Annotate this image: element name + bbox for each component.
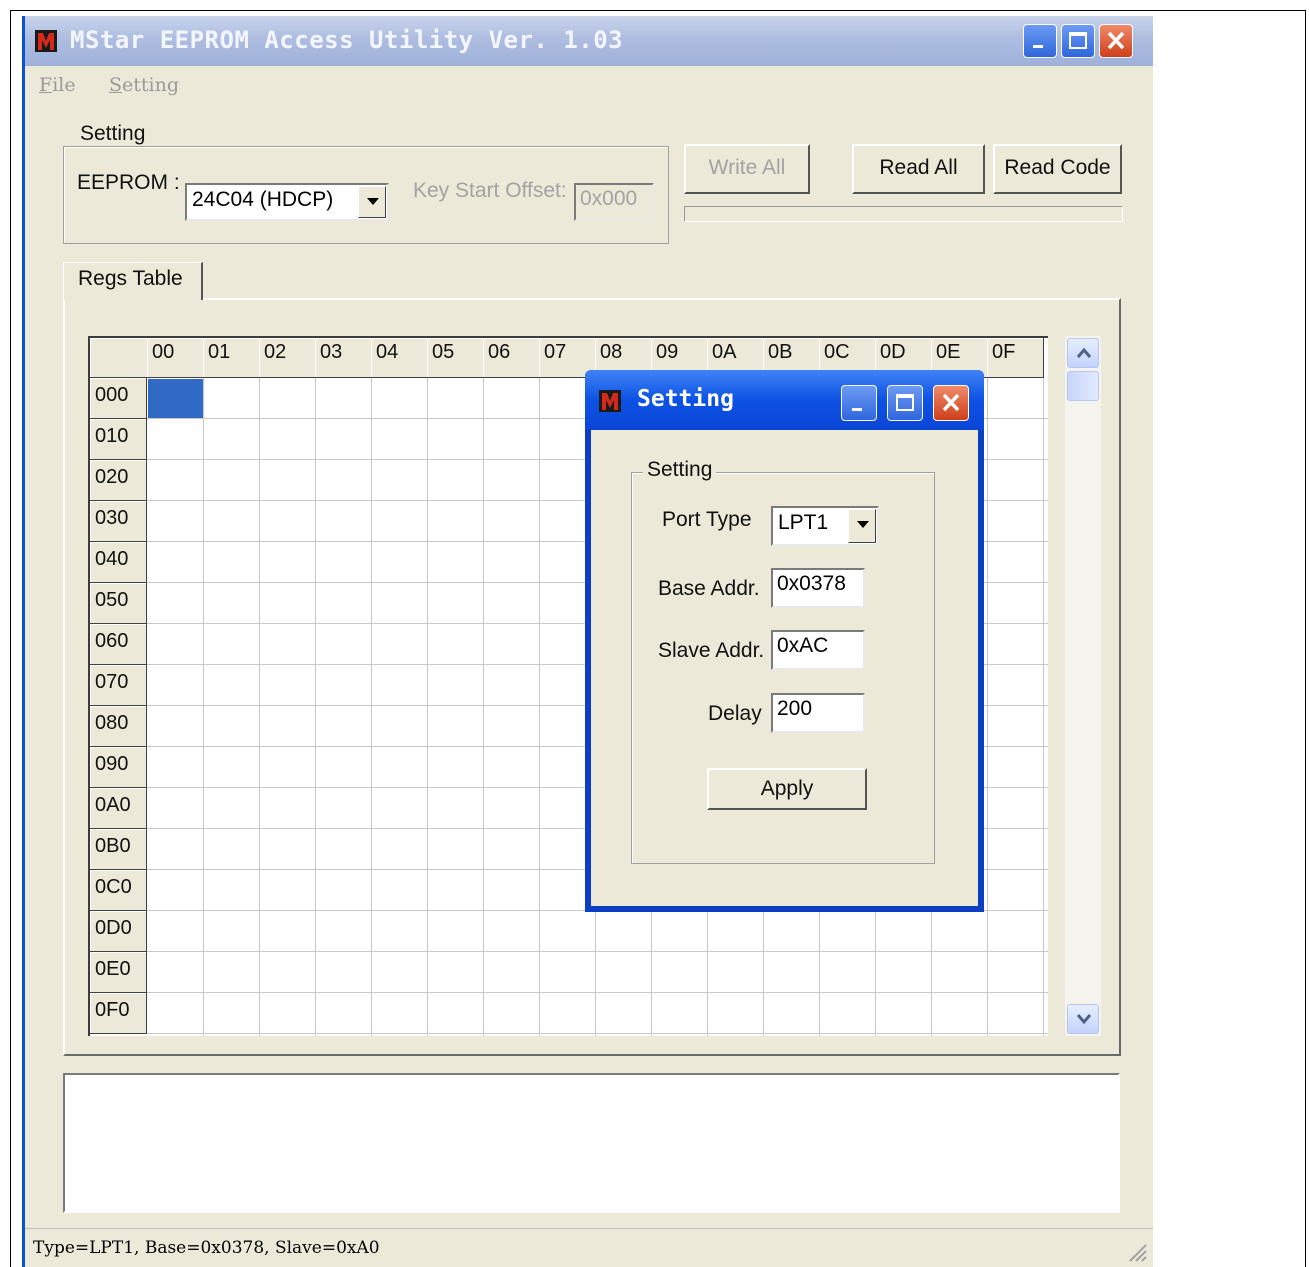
app-logo-icon [35, 30, 57, 52]
resize-grip-icon[interactable] [1125, 1240, 1147, 1262]
log-output[interactable] [63, 1073, 1120, 1213]
read-code-button[interactable]: Read Code [993, 144, 1122, 194]
grid-line [147, 992, 1048, 993]
menu-file-label: ile [52, 74, 76, 96]
eeprom-label: EEPROM : [77, 171, 180, 194]
row-header[interactable]: 0C0 [90, 870, 147, 911]
col-header[interactable]: 0F [987, 338, 1044, 378]
col-header[interactable]: 01 [203, 338, 260, 378]
row-header[interactable]: 010 [90, 419, 147, 460]
status-text: Type=LPT1, Base=0x0378, Slave=0xA0 [33, 1238, 380, 1258]
tab-regs-table[interactable]: Regs Table [63, 262, 203, 300]
col-header[interactable]: 06 [483, 338, 540, 378]
port-type-select[interactable]: LPT1 [771, 506, 879, 546]
maximize-icon [896, 394, 914, 411]
col-header[interactable]: 05 [427, 338, 484, 378]
app-logo-icon [599, 390, 621, 412]
grid-line [147, 1033, 1048, 1034]
close-icon [942, 393, 960, 412]
slave-addr-label: Slave Addr. [658, 639, 765, 662]
chevron-down-icon[interactable] [848, 509, 876, 543]
chevron-down-icon [1076, 1014, 1092, 1025]
dialog-title-bar[interactable]: Setting [585, 370, 984, 430]
menu-bar: File Setting [25, 74, 1153, 102]
apply-button[interactable]: Apply [707, 768, 867, 810]
row-header[interactable]: 080 [90, 706, 147, 747]
scroll-up-button[interactable] [1067, 338, 1099, 368]
minimize-icon [1033, 45, 1043, 48]
row-header[interactable]: 060 [90, 624, 147, 665]
row-header[interactable]: 0A0 [90, 788, 147, 829]
grid-line [315, 378, 316, 1036]
selected-cell[interactable] [148, 379, 204, 419]
grid-line [483, 378, 484, 1036]
row-header[interactable]: 070 [90, 665, 147, 706]
key-offset-label: Key Start Offset: [413, 179, 567, 202]
minimize-button[interactable] [1023, 24, 1057, 58]
grid-line [371, 378, 372, 1036]
delay-label: Delay [708, 702, 762, 725]
row-header[interactable]: 000 [90, 378, 147, 419]
minimize-icon [852, 408, 862, 411]
base-addr-field[interactable]: 0x0378 [771, 568, 865, 608]
row-header[interactable]: 030 [90, 501, 147, 542]
slave-addr-field[interactable]: 0xAC [771, 630, 865, 670]
menu-setting[interactable]: Setting [109, 74, 179, 96]
window-title: MStar EEPROM Access Utility Ver. 1.03 [70, 26, 624, 54]
delay-field[interactable]: 200 [771, 693, 865, 733]
close-icon [1107, 31, 1125, 50]
col-header[interactable]: 00 [147, 338, 204, 378]
setting-group-label: Setting [76, 122, 150, 146]
grid-line [147, 951, 1048, 952]
grid-line [987, 378, 988, 1036]
key-offset-field[interactable]: 0x000 [574, 183, 654, 221]
col-header[interactable]: 04 [371, 338, 428, 378]
grid-line [1043, 378, 1044, 1036]
maximize-icon [1069, 32, 1087, 49]
col-header[interactable]: 02 [259, 338, 316, 378]
eeprom-select-value: 24C04 (HDCP) [192, 188, 334, 211]
chevron-up-icon [1076, 347, 1092, 358]
progress-bar [684, 206, 1123, 222]
grid-corner [90, 338, 148, 378]
write-all-button[interactable]: Write All [684, 144, 810, 194]
row-header[interactable]: 0B0 [90, 829, 147, 870]
maximize-button[interactable] [1061, 24, 1095, 58]
grid-line [427, 378, 428, 1036]
close-button[interactable] [1099, 24, 1133, 58]
chevron-down-icon[interactable] [358, 186, 386, 218]
menu-file[interactable]: File [39, 74, 76, 96]
grid-line [539, 378, 540, 1036]
menu-file-accel: F [39, 74, 53, 96]
menu-setting-label: etting [122, 74, 180, 96]
eeprom-select[interactable]: 24C04 (HDCP) [185, 183, 389, 221]
grid-line [259, 378, 260, 1036]
dialog-group-label: Setting [643, 458, 717, 482]
scroll-thumb[interactable] [1067, 371, 1099, 401]
status-bar: Type=LPT1, Base=0x0378, Slave=0xA0 [25, 1228, 1153, 1267]
scroll-down-button[interactable] [1067, 1004, 1099, 1034]
row-header[interactable]: 0E0 [90, 952, 147, 993]
port-type-label: Port Type [662, 508, 752, 531]
row-header[interactable]: 020 [90, 460, 147, 501]
read-all-button[interactable]: Read All [852, 144, 985, 194]
row-header[interactable]: 0F0 [90, 993, 147, 1034]
menu-setting-accel: S [109, 74, 123, 96]
col-header[interactable]: 03 [315, 338, 372, 378]
base-addr-label: Base Addr. [658, 577, 760, 600]
row-header[interactable]: 0D0 [90, 911, 147, 952]
row-header[interactable]: 040 [90, 542, 147, 583]
dialog-close-button[interactable] [933, 385, 969, 421]
dialog-maximize-button[interactable] [887, 385, 923, 421]
grid-scrollbar[interactable] [1065, 336, 1101, 1036]
dialog-minimize-button[interactable] [841, 385, 877, 421]
grid-line [203, 378, 204, 1036]
port-type-value: LPT1 [778, 511, 829, 534]
dialog-title: Setting [637, 386, 734, 412]
setting-dialog: Setting Setting Port Type LPT1 Base Addr… [585, 370, 984, 912]
dialog-body: Setting Port Type LPT1 Base Addr. 0x0378… [591, 430, 978, 906]
title-bar[interactable]: MStar EEPROM Access Utility Ver. 1.03 [25, 16, 1153, 66]
row-header[interactable]: 090 [90, 747, 147, 788]
row-header[interactable]: 050 [90, 583, 147, 624]
